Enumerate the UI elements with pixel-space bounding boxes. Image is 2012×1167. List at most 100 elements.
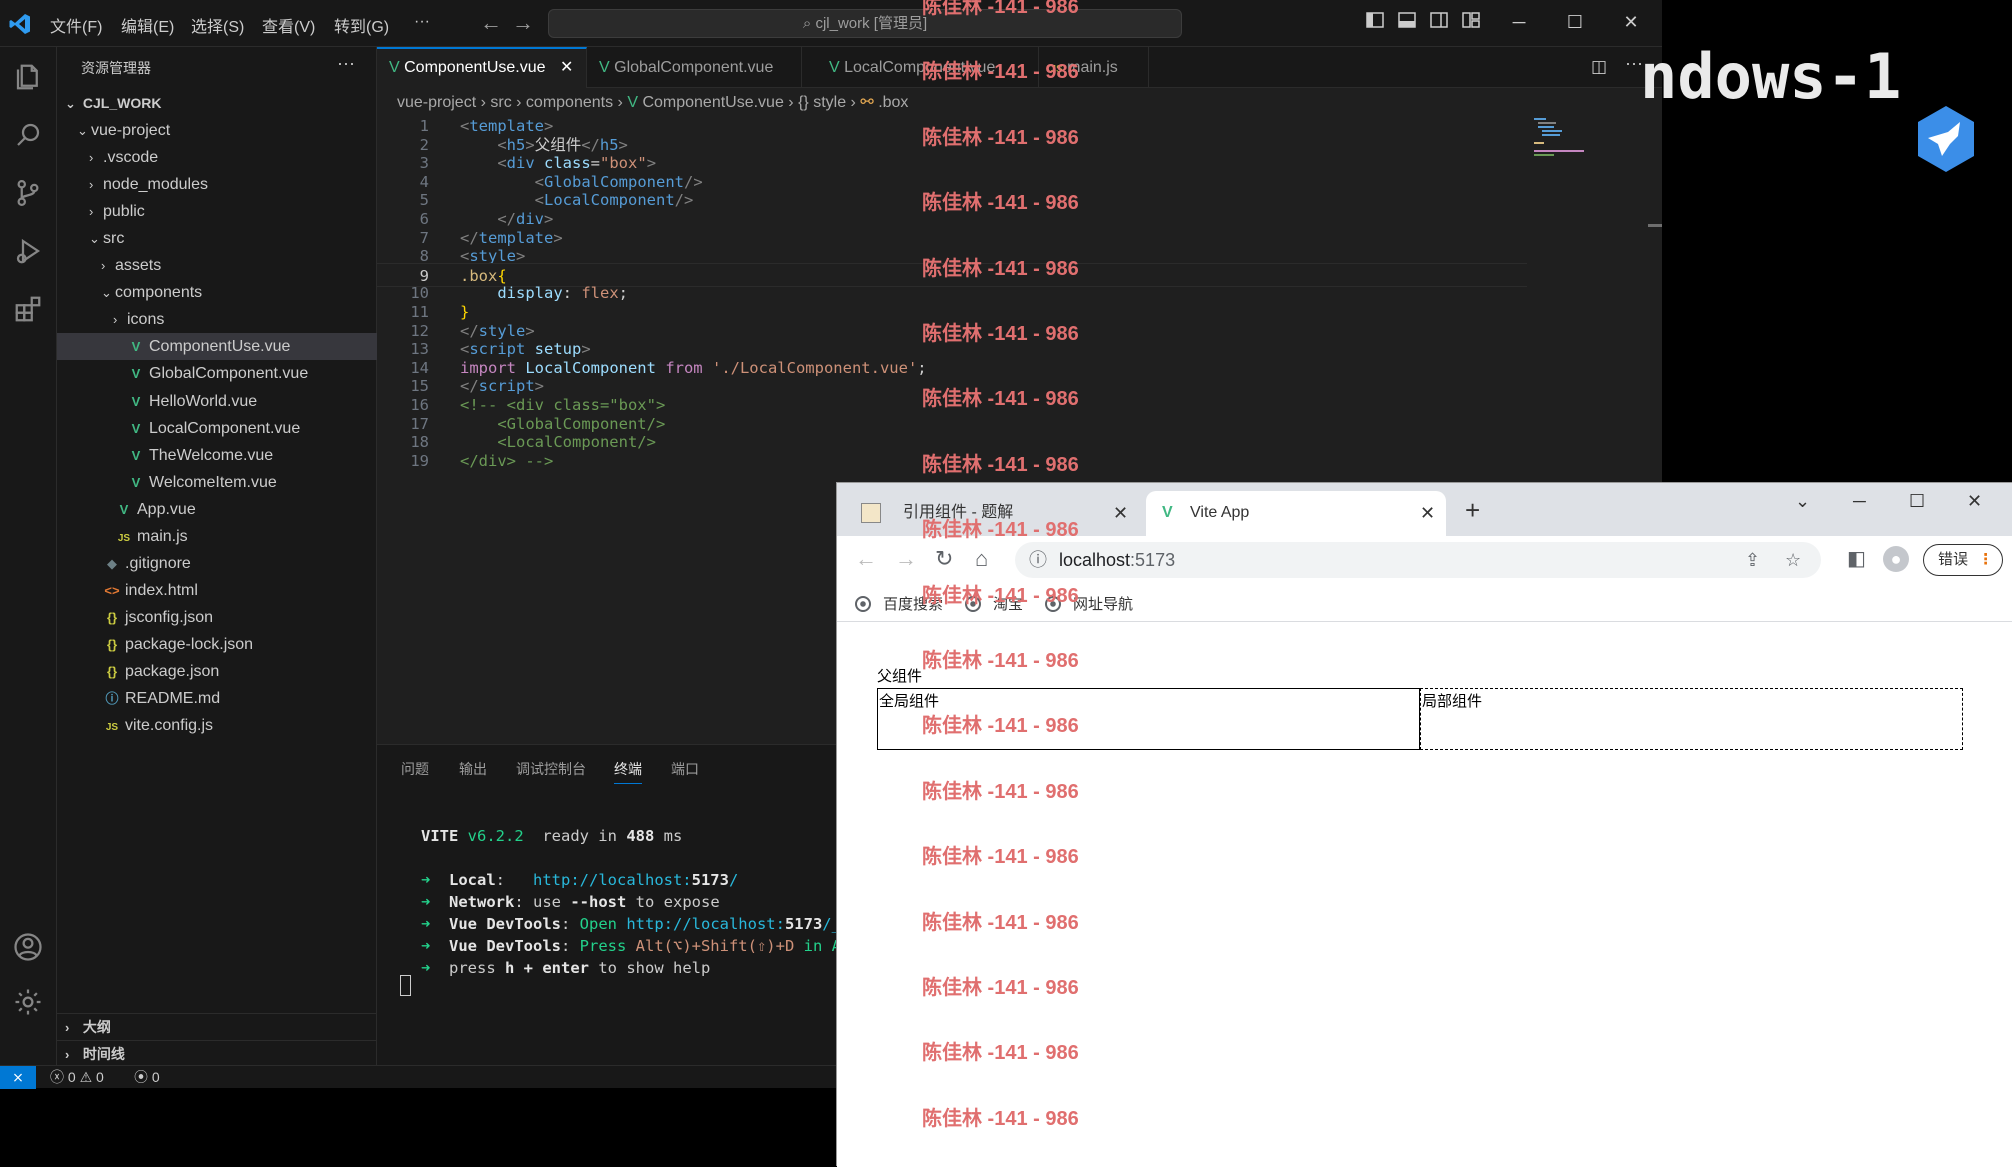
- profile-icon[interactable]: ●: [1883, 546, 1909, 572]
- timeline-label: 时间线: [82, 1046, 125, 1062]
- remote-indicator[interactable]: ⨯: [0, 1066, 36, 1089]
- tree-item[interactable]: V GlobalComponent.vue: [57, 360, 377, 387]
- command-center[interactable]: ⌕ cjl_work [管理员]: [548, 9, 1182, 38]
- tab-localcomponent[interactable]: V LocalComponent.vue: [817, 47, 1039, 88]
- side-panel-icon[interactable]: ◧: [1847, 546, 1866, 571]
- timeline-section[interactable]: › 时间线: [57, 1040, 377, 1067]
- new-tab-button[interactable]: +: [1465, 495, 1480, 526]
- toggle-secondary-sidebar-icon[interactable]: [1428, 11, 1450, 33]
- tree-item[interactable]: V HelloWorld.vue: [57, 388, 377, 415]
- account-icon[interactable]: [8, 927, 48, 967]
- tree-item[interactable]: V TheWelcome.vue: [57, 442, 377, 469]
- tree-item[interactable]: › public: [57, 198, 377, 225]
- home-icon[interactable]: ⌂: [975, 546, 988, 572]
- bookmark-baidu[interactable]: 百度搜索: [855, 593, 943, 614]
- tab-terminal[interactable]: 终端: [614, 759, 642, 784]
- breadcrumb-item[interactable]: ComponentUse.vue: [642, 94, 783, 111]
- tree-item[interactable]: › node_modules: [57, 171, 377, 198]
- tree-item[interactable]: {} package-lock.json: [57, 631, 377, 658]
- forward-icon[interactable]: →: [895, 546, 917, 572]
- chevron-down-icon: ⌄: [77, 123, 88, 138]
- share-icon[interactable]: ⇪: [1745, 542, 1760, 578]
- tree-item[interactable]: ⓘ README.md: [57, 685, 377, 712]
- close-tab-icon[interactable]: ✕: [1420, 491, 1435, 535]
- tab-label: ComponentUse.vue: [404, 59, 546, 76]
- tree-item[interactable]: V App.vue: [57, 496, 377, 523]
- code-line[interactable]: 19 </div> -->: [377, 449, 1527, 473]
- tree-item[interactable]: ⌄ src: [57, 225, 377, 252]
- tree-item[interactable]: JS vite.config.js: [57, 712, 377, 739]
- workspace-root[interactable]: ⌄ CJL_WORK: [57, 90, 377, 117]
- tree-item[interactable]: <> index.html: [57, 577, 377, 604]
- maximize-icon[interactable]: ☐: [1909, 491, 1925, 512]
- menu-edit[interactable]: 编辑(E): [121, 13, 174, 37]
- site-info-icon[interactable]: ⓘ: [1029, 542, 1047, 578]
- tab-mainjs[interactable]: JS main.js: [1039, 47, 1149, 88]
- tree-item[interactable]: V LocalComponent.vue: [57, 415, 377, 442]
- customize-layout-icon[interactable]: [1460, 11, 1482, 33]
- tab-globalcomponent[interactable]: V GlobalComponent.vue: [587, 47, 802, 88]
- close-tab-icon[interactable]: ✕: [1113, 491, 1128, 535]
- ports-indicator[interactable]: ⦿ 0: [134, 1066, 160, 1088]
- tree-item[interactable]: ⌄ vue-project: [57, 117, 377, 144]
- tab-ports[interactable]: 端口: [671, 759, 699, 779]
- menu-view[interactable]: 查看(V): [262, 13, 315, 37]
- menu-selection[interactable]: 选择(S): [191, 13, 244, 37]
- tree-item[interactable]: › assets: [57, 252, 377, 279]
- forward-arrow-icon[interactable]: →: [512, 10, 534, 36]
- toggle-panel-icon[interactable]: [1396, 11, 1418, 33]
- source-control-icon[interactable]: [8, 173, 48, 213]
- tab-output[interactable]: 输出: [459, 759, 487, 779]
- browser-tab-tijie[interactable]: 引用组件 - 题解 ✕: [845, 491, 1135, 536]
- terminal-cursor[interactable]: [400, 975, 411, 996]
- address-bar[interactable]: ⓘ localhost:5173 ⇪ ☆: [1015, 542, 1821, 578]
- desktop-app-icon[interactable]: [1914, 104, 1978, 174]
- breadcrumb-item[interactable]: {} style: [798, 94, 846, 111]
- minimize-icon[interactable]: ─: [1508, 11, 1530, 33]
- tree-item[interactable]: JS main.js: [57, 523, 377, 550]
- tree-item[interactable]: {} jsconfig.json: [57, 604, 377, 631]
- tab-search-icon[interactable]: ⌄: [1795, 491, 1810, 512]
- breadcrumb-item[interactable]: components: [526, 94, 613, 111]
- bookmark-nav[interactable]: 网址导航: [1045, 593, 1133, 614]
- minimize-icon[interactable]: ─: [1853, 491, 1866, 512]
- tab-componentuse[interactable]: V ComponentUse.vue ✕: [377, 47, 587, 88]
- menu-file[interactable]: 文件(F): [50, 13, 102, 37]
- error-count[interactable]: ⓧ 0 ⚠ 0: [50, 1066, 104, 1088]
- breadcrumb-item[interactable]: .box: [878, 94, 908, 111]
- tab-problems[interactable]: 问题: [401, 759, 429, 779]
- tree-item[interactable]: › .vscode: [57, 144, 377, 171]
- breadcrumb-item[interactable]: src: [490, 94, 511, 111]
- close-tab-icon[interactable]: ✕: [560, 59, 573, 76]
- explorer-icon[interactable]: [8, 57, 48, 97]
- menu-more[interactable]: ···: [414, 13, 430, 31]
- error-button[interactable]: 错误 ⋮: [1923, 544, 2003, 576]
- tree-item[interactable]: ⌄ components: [57, 279, 377, 306]
- tree-item[interactable]: {} package.json: [57, 658, 377, 685]
- tree-item[interactable]: V ComponentUse.vue: [57, 333, 377, 361]
- toggle-sidebar-icon[interactable]: [1364, 11, 1386, 33]
- back-icon[interactable]: ←: [855, 546, 877, 572]
- bookmark-star-icon[interactable]: ☆: [1785, 542, 1801, 578]
- outline-section[interactable]: › 大纲: [57, 1013, 377, 1040]
- maximize-icon[interactable]: ☐: [1564, 11, 1586, 33]
- menu-go[interactable]: 转到(G): [334, 13, 389, 37]
- minimap[interactable]: [1534, 118, 1590, 158]
- breadcrumb-item[interactable]: vue-project: [397, 94, 476, 111]
- explorer-more-icon[interactable]: ···: [337, 53, 355, 74]
- close-window-icon[interactable]: ✕: [1620, 11, 1642, 33]
- tree-item[interactable]: ◆ .gitignore: [57, 550, 377, 577]
- run-debug-icon[interactable]: [8, 231, 48, 271]
- tree-item[interactable]: V WelcomeItem.vue: [57, 469, 377, 496]
- search-activity-icon[interactable]: [8, 115, 48, 155]
- back-arrow-icon[interactable]: ←: [480, 10, 502, 36]
- browser-tab-vite[interactable]: V Vite App ✕: [1146, 491, 1446, 536]
- settings-gear-icon[interactable]: [8, 982, 48, 1022]
- split-editor-icon[interactable]: ◫: [1591, 57, 1607, 77]
- reload-icon[interactable]: ↻: [935, 546, 953, 572]
- close-window-icon[interactable]: ✕: [1967, 491, 1982, 512]
- tree-item[interactable]: › icons: [57, 306, 377, 333]
- tab-debug-console[interactable]: 调试控制台: [516, 759, 586, 779]
- extensions-icon[interactable]: [8, 289, 48, 329]
- bookmark-taobao[interactable]: 淘宝: [965, 593, 1023, 614]
